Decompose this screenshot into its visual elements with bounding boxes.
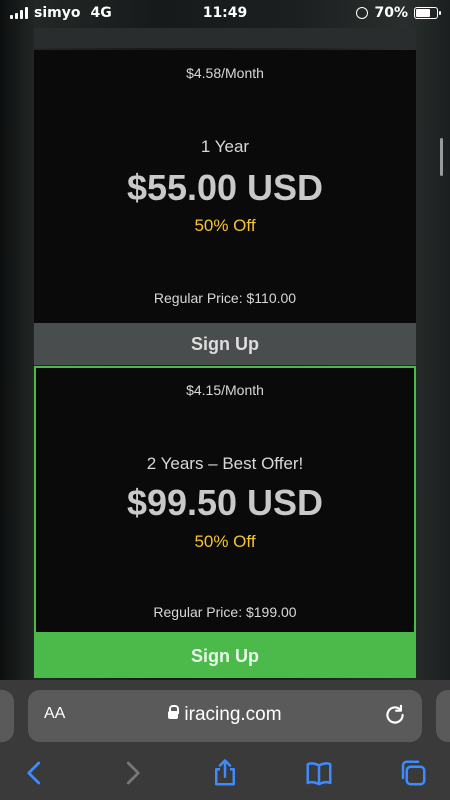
discount-label: 50% Off: [194, 532, 256, 551]
plan-title: 1 Year: [200, 137, 250, 156]
url-text: iracing.com: [184, 704, 282, 725]
plan-price: $55.00 USD: [126, 167, 324, 208]
plan-price: $99.50 USD: [126, 482, 324, 523]
plan-card-2-years: $4.15/Month 2 Years – Best Offer! $99.50…: [34, 366, 416, 634]
previous-tab-pill[interactable]: [0, 690, 14, 742]
bookmarks-icon[interactable]: [304, 758, 334, 788]
lock-icon: [168, 704, 180, 719]
status-bar: simyo 4G 11:49 70%: [0, 0, 450, 28]
plan-card-1-year: $4.58/Month 1 Year $55.00 USD 50% Off Re…: [34, 50, 416, 323]
plan-title: 2 Years – Best Offer!: [146, 454, 304, 473]
sign-up-button-2-years[interactable]: Sign Up: [34, 634, 416, 678]
safari-toolbar: [0, 748, 450, 800]
safari-bottom-bar: AA iracing.com: [0, 680, 450, 800]
tabs-icon[interactable]: [398, 758, 428, 788]
previous-card-edge: [34, 28, 416, 48]
forward-icon: [126, 761, 140, 785]
url-display[interactable]: iracing.com: [28, 704, 422, 726]
back-icon[interactable]: [20, 758, 50, 788]
next-tab-pill[interactable]: [436, 690, 450, 742]
discount-label: 50% Off: [194, 216, 256, 235]
regular-price: Regular Price: $199.00: [153, 604, 297, 620]
address-bar[interactable]: AA iracing.com: [28, 690, 422, 742]
battery-icon: [414, 7, 441, 19]
sign-up-button-1-year[interactable]: Sign Up: [34, 323, 416, 365]
monthly-price: $4.15/Month: [186, 382, 264, 398]
reload-icon[interactable]: [382, 702, 408, 728]
regular-price: Regular Price: $110.00: [153, 290, 297, 306]
monthly-price: $4.58/Month: [186, 65, 264, 81]
scrollbar[interactable]: [440, 138, 443, 176]
battery-percent: 70%: [374, 5, 408, 21]
share-icon[interactable]: [210, 758, 240, 788]
rotation-lock-icon: [356, 7, 369, 19]
